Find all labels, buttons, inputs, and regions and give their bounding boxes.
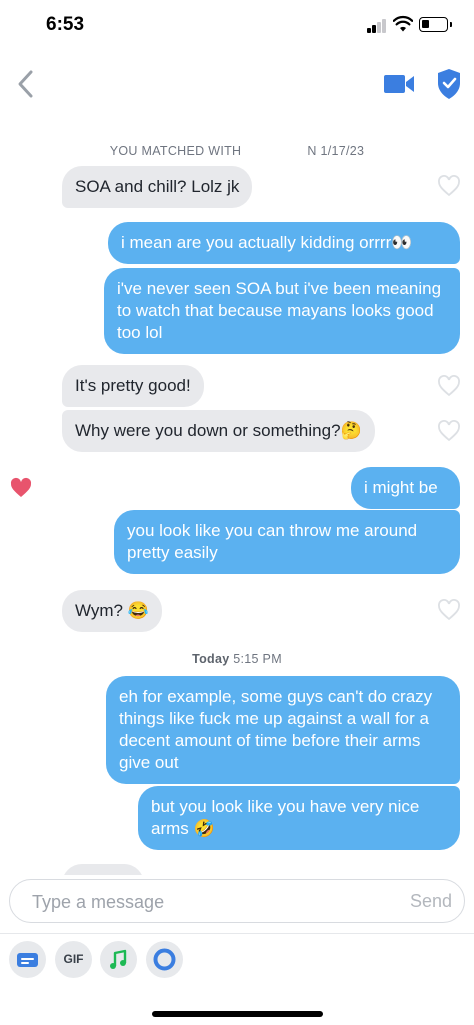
day-label: Today xyxy=(192,652,230,666)
message-text: i might be xyxy=(364,478,438,497)
eyes-emoji: 👀 xyxy=(391,233,413,252)
heart-outline-icon[interactable] xyxy=(437,375,461,397)
music-button[interactable] xyxy=(100,941,137,978)
message-text: i've never seen SOA but i've been meanin… xyxy=(117,279,442,342)
chat-header xyxy=(0,52,474,132)
message-text: eh for example, some guys can't do crazy… xyxy=(119,687,433,772)
message-text: Wym? xyxy=(75,601,124,620)
chevron-left-icon[interactable] xyxy=(14,67,38,101)
message-input[interactable] xyxy=(32,890,362,914)
incoming-message[interactable]: It's pretty good! xyxy=(62,365,204,407)
send-button[interactable]: Send xyxy=(410,891,452,912)
outgoing-message[interactable]: eh for example, some guys can't do crazy… xyxy=(106,676,460,784)
composer: Send GIF xyxy=(0,875,474,1025)
message-thread[interactable]: YOU MATCHED WITH N 1/17/23 SOA and chill?… xyxy=(0,132,474,875)
gif-button[interactable]: GIF xyxy=(55,941,92,978)
message-input-container: Send xyxy=(9,879,465,923)
shield-icon[interactable] xyxy=(436,68,462,100)
incoming-message[interactable]: SOA and chill? Lolz jk xyxy=(62,166,253,208)
message-text: Why were you down or something? xyxy=(75,421,341,440)
laughing-emoji: 😂 xyxy=(127,601,149,620)
divider xyxy=(0,933,474,934)
outgoing-message[interactable]: but you look like you have very nice arm… xyxy=(138,786,460,850)
home-indicator xyxy=(152,1011,323,1017)
cellular-signal-icon xyxy=(367,19,387,33)
incoming-message[interactable]: Wym? 😂 xyxy=(62,590,162,632)
outgoing-message[interactable]: i've never seen SOA but i've been meanin… xyxy=(104,268,460,354)
heart-outline-icon[interactable] xyxy=(437,175,461,197)
outgoing-message[interactable]: you look like you can throw me around pr… xyxy=(114,510,460,574)
message-text: you look like you can throw me around pr… xyxy=(127,521,418,562)
wifi-icon xyxy=(393,15,413,32)
message-text: i mean are you actually kidding orrrr xyxy=(121,233,392,252)
match-separator: YOU MATCHED WITH N 1/17/23 xyxy=(0,144,474,159)
redacted-name xyxy=(241,144,308,159)
status-bar: 6:53 xyxy=(0,0,474,52)
time-label: 5:15 PM xyxy=(233,652,282,666)
status-time: 6:53 xyxy=(46,14,85,35)
match-line-suffix: N 1/17/23 xyxy=(307,144,365,158)
card-button[interactable] xyxy=(9,941,46,978)
music-note-icon xyxy=(110,949,127,969)
battery-icon xyxy=(419,17,452,32)
card-icon xyxy=(17,953,38,967)
rofl-emoji: 🤣 xyxy=(193,819,215,838)
message-text: but you look like you have very nice arm… xyxy=(151,797,420,838)
heart-filled-icon xyxy=(10,477,32,497)
incoming-message[interactable]: Why were you down or something?🤔 xyxy=(62,410,375,452)
message-text: SOA and chill? Lolz jk xyxy=(75,177,240,196)
heart-outline-icon[interactable] xyxy=(437,599,461,621)
video-camera-icon[interactable] xyxy=(383,71,415,97)
circle-icon xyxy=(153,948,176,971)
outgoing-message[interactable]: i mean are you actually kidding orrrr👀 xyxy=(108,222,460,264)
match-line-prefix: YOU MATCHED WITH xyxy=(109,144,242,158)
message-text: It's pretty good! xyxy=(75,376,191,395)
incoming-message-partial xyxy=(62,864,144,875)
thinking-emoji: 🤔 xyxy=(340,421,362,440)
heart-outline-icon[interactable] xyxy=(437,420,461,442)
outgoing-message[interactable]: i might be xyxy=(351,467,460,509)
circle-button[interactable] xyxy=(146,941,183,978)
day-separator: Today 5:15 PM xyxy=(0,652,474,666)
